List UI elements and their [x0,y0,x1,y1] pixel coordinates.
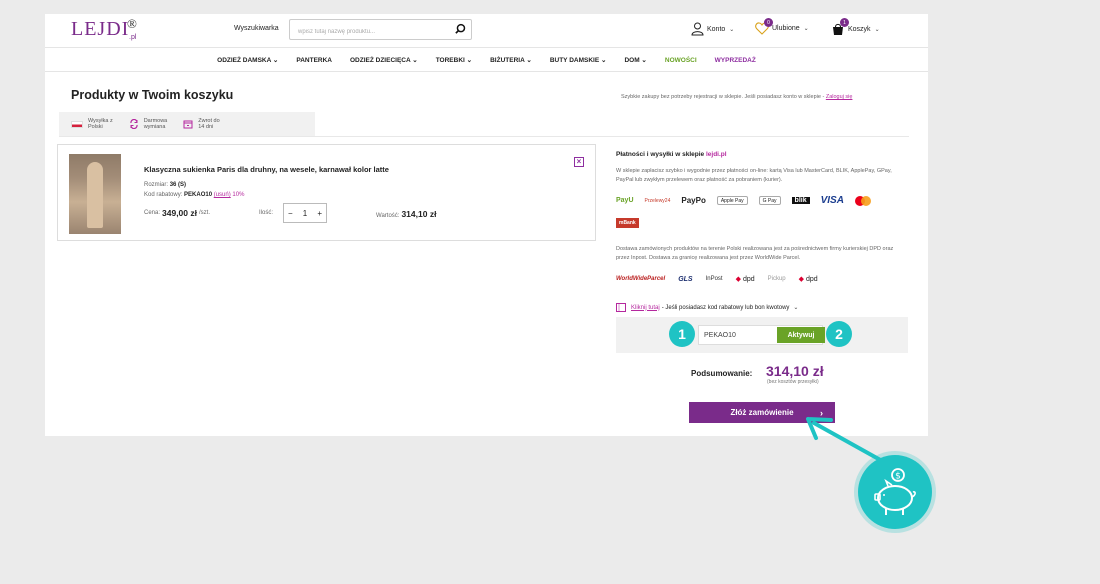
nav-item-wyprzedaz[interactable]: WYPRZEDAŻ [715,57,756,64]
shipping-description: Dostawa zamówionych produktów na terenie… [616,246,894,261]
quantity-value[interactable]: 1 [303,209,307,218]
increase-quantity-button[interactable]: + [317,209,322,218]
store-logo[interactable]: LEJDI ® .pl [71,16,137,41]
return-box-icon [183,120,193,129]
nav-divider [45,71,928,72]
gls-logo: GLS [678,275,693,283]
remove-code-link[interactable]: (usuń) [214,192,231,198]
cart-item: Klasyczna sukienka Paris dla druhny, na … [57,144,596,241]
logo-suffix: .pl [129,34,137,41]
line-total: Wartość: 314,10 zł [376,209,437,219]
product-meta: Rozmiar: 36 (S) Kod rabatowy: PEKAO10 (u… [144,182,245,198]
dpd-logo: ◆ dpd [798,276,818,283]
product-name[interactable]: Klasyczna sukienka Paris dla druhny, na … [144,165,389,174]
chevron-down-icon: ⌄ [874,26,880,33]
step-1-marker: 1 [669,321,695,347]
chevron-down-icon[interactable]: ⌄ [793,304,798,311]
nav-item-dom[interactable]: DOM ⌄ [624,56,646,64]
arrow-right-icon: › [820,407,823,418]
mastercard-logo [854,195,871,206]
search-input[interactable] [298,22,453,42]
payu-logo: PayU [616,197,634,204]
worldwide-parcel-logo: WorldWideParcel [616,276,666,282]
pickup-logo: Pickup [767,276,786,282]
cart-label: Koszyk [848,25,871,33]
quantity-stepper: − 1 + [283,203,327,223]
product-thumbnail[interactable] [69,154,121,234]
perk-exchange: Darmowa wymiana [129,118,167,130]
payments-description: W sklepie zapłacisz szybko i wygodnie pr… [616,168,892,183]
nav-item-buty-damskie[interactable]: BUTY DAMSKIE ⌄ [550,56,607,64]
cart-count-badge: 1 [840,18,849,27]
blik-logo: blik [791,197,810,204]
account-menu[interactable]: Konto ⌄ [691,22,734,36]
mbank-logo: mBank [616,218,639,228]
search-label: Wyszukiwarka [234,25,279,32]
account-label: Konto [707,25,726,33]
summary-total: 314,10 zł [766,363,824,379]
quick-checkout-note: Szybkie zakupy bez potrzeby rejestracji … [621,94,853,100]
activate-coupon-button[interactable]: Aktywuj [777,327,825,343]
coupon-icon [616,303,626,312]
payments-title: Płatności i wysyłki w sklepie lejdi.pl [616,151,727,158]
favorites-count-badge: 0 [764,18,773,27]
svg-text:$: $ [895,472,901,482]
dpd-logo: ◆ dpd [735,276,755,283]
nav-item-odziez-dziecieca[interactable]: ODZIEŻ DZIECIĘCA ⌄ [350,56,418,64]
visa-logo: VISA [820,195,844,206]
summary-note: (bez kosztów przesyłki) [767,379,819,385]
perks-bar: Wysyłka z Polski Darmowa wymiana Zwrot do 1… [59,112,315,136]
search-box [289,19,472,42]
product-size: 36 (S) [169,182,187,188]
google-pay-logo: G Pay [758,196,781,205]
product-photo-figure [87,162,103,228]
step-2-marker: 2 [826,321,852,347]
payment-logos: PayU Przelewy24 PayPo Apple Pay G Pay bl… [616,195,908,206]
place-order-button[interactable]: Złóż zamówienie › [689,402,835,423]
page-title: Produkty w Twoim koszyku [71,88,234,102]
nav-item-bizuteria[interactable]: BIŻUTERIA ⌄ [490,56,532,64]
decrease-quantity-button[interactable]: − [288,209,293,218]
chevron-down-icon: ⌄ [803,26,809,32]
quantity-label: Ilość: [259,210,274,216]
search-icon[interactable] [454,23,467,36]
perk-shipping: Wysyłka z Polski [71,118,113,130]
remove-item-button[interactable]: × [574,157,584,167]
login-link[interactable]: Zaloguj się [826,94,853,100]
paypo-logo: PayPo [681,196,706,205]
favorites-label: Ulubione [772,25,800,32]
page-card: LEJDI ® .pl Wyszukiwarka Konto ⌄ 0 Ulubi… [45,14,928,436]
unit-price: Cena: 349,00 zł /szt. [144,208,211,218]
chevron-down-icon: ⌄ [729,26,735,33]
discount-toggle-link[interactable]: Kliknij tutaj [631,305,660,311]
apple-pay-logo: Apple Pay [716,196,748,205]
perk-returns: Zwrot do 14 dni [183,118,220,130]
piggy-bank-icon: $ [858,455,932,529]
code-discount: 10% [232,192,245,198]
applied-code: PEKAO10 [184,192,213,198]
inpost-logo: InPost [705,276,723,282]
logo-text: LEJDI [71,18,130,40]
summary-label: Podsumowanie: [691,369,753,378]
nav-item-nowosci[interactable]: NOWOŚCI [665,57,697,64]
poland-flag-icon [71,120,83,128]
exchange-icon [130,119,138,129]
nav-item-odziez-damska[interactable]: ODZIEŻ DAMSKA ⌄ [217,56,278,64]
cart-menu[interactable]: 1 Koszyk ⌄ [831,18,880,36]
logo-registered-mark: ® [127,16,138,31]
przelewy24-logo: Przelewy24 [644,197,671,204]
shipping-logos: WorldWideParcel GLS InPost ◆ dpd Pickup … [616,275,908,284]
user-icon [691,22,704,36]
main-navigation: ODZIEŻ DAMSKA ⌄ PANTERKA ODZIEŻ DZIECIĘC… [45,48,928,72]
nav-item-torebki[interactable]: TOREBKI ⌄ [436,56,472,64]
discount-toggle: Kliknij tutaj - Jeśli posiadasz kod raba… [616,303,798,312]
favorites-menu[interactable]: 0 Ulubione ⌄ [755,18,809,35]
perks-divider [59,136,909,137]
nav-item-panterka[interactable]: PANTERKA [296,57,332,64]
